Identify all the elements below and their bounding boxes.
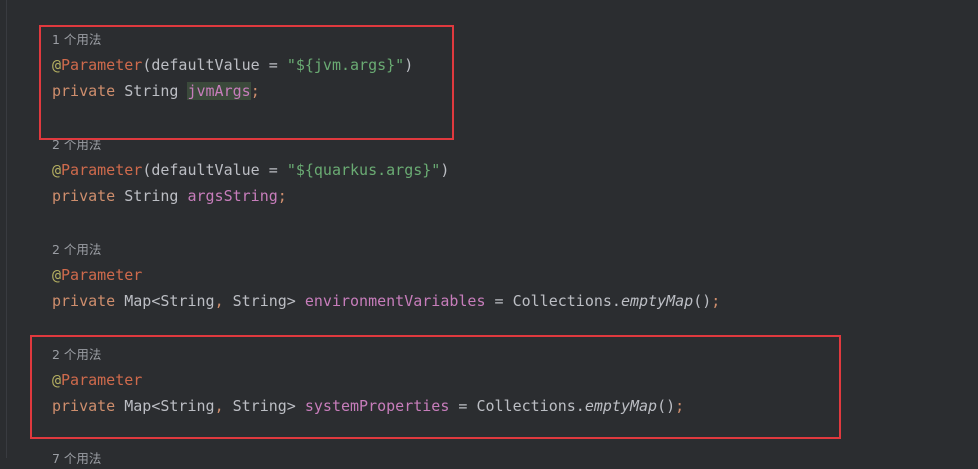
highlight-box-jvmargs [39, 25, 454, 140]
usage-hint[interactable]: 2 个用法 [52, 240, 101, 260]
code-editor[interactable]: 1 个用法 @Parameter(defaultValue = "${jvm.a… [0, 0, 978, 466]
field-name[interactable]: argsString [187, 187, 277, 205]
field-type: String [115, 187, 188, 205]
annotation-line: @Parameter [52, 265, 142, 285]
usage-hint[interactable]: 7 个用法 [52, 449, 101, 469]
field-type-generic: String> [223, 292, 305, 310]
annotation-line: @Parameter(defaultValue = "${quarkus.arg… [52, 160, 449, 180]
annotation-args-close: ) [440, 161, 450, 179]
call-parens: () [693, 292, 712, 310]
field-name[interactable]: environmentVariables [305, 292, 486, 310]
method-call[interactable]: emptyMap [621, 292, 693, 310]
semicolon: ; [277, 187, 287, 205]
keyword-private: private [52, 292, 116, 310]
field-declaration: private Map<String, String> environmentV… [52, 291, 720, 311]
keyword-private: private [52, 187, 116, 205]
semicolon: ; [711, 292, 721, 310]
gutter-divider [6, 0, 7, 458]
annotation-name[interactable]: Parameter [61, 161, 142, 179]
highlight-box-systemproperties [30, 335, 841, 439]
annotation-args: (defaultValue = [142, 161, 287, 179]
field-declaration: private String argsString; [52, 186, 287, 206]
field-type: Map<String [115, 292, 215, 310]
field-initializer: = Collections. [485, 292, 621, 310]
annotation-at: @ [52, 266, 62, 284]
annotation-string: "${quarkus.args}" [286, 161, 441, 179]
annotation-at: @ [52, 161, 62, 179]
comma: , [214, 292, 224, 310]
annotation-name[interactable]: Parameter [61, 266, 142, 284]
